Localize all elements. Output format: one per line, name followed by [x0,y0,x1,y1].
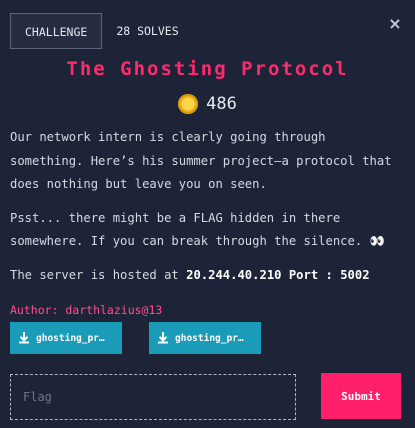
download-label: ghosting_pr… [175,332,244,344]
tab-solves[interactable]: 28 SOLVES [102,13,192,49]
author-label: Author: darthlazius@13 [10,303,163,317]
challenge-tabbar: CHALLENGE 28 SOLVES [10,13,193,49]
tab-challenge[interactable]: CHALLENGE [10,13,103,49]
download-icon [158,332,168,344]
download-label: ghosting_pr… [36,332,105,344]
coin-icon [178,94,199,114]
server-prefix: The server is hosted at [10,267,187,282]
submit-button[interactable]: Submit [321,373,401,419]
flag-input[interactable] [10,374,296,420]
challenge-description: Our network intern is clearly going thro… [10,126,405,297]
server-address: 20.244.40.210 Port : 5002 [186,267,370,282]
description-paragraph-2: Psst... there might be a FLAG hidden in … [10,210,385,249]
close-icon[interactable]: × [387,16,403,32]
description-paragraph-1: Our network intern is clearly going thro… [10,130,392,191]
download-icon [19,332,29,344]
points-display: 486 [0,94,415,114]
challenge-title: The Ghosting Protocol [66,58,349,80]
download-button[interactable]: ghosting_pr… [149,322,261,354]
description-paragraph-3: The server is hosted at 20.244.40.210 Po… [10,264,405,288]
download-button[interactable]: ghosting_pr… [10,322,122,354]
points-value: 486 [206,94,237,114]
